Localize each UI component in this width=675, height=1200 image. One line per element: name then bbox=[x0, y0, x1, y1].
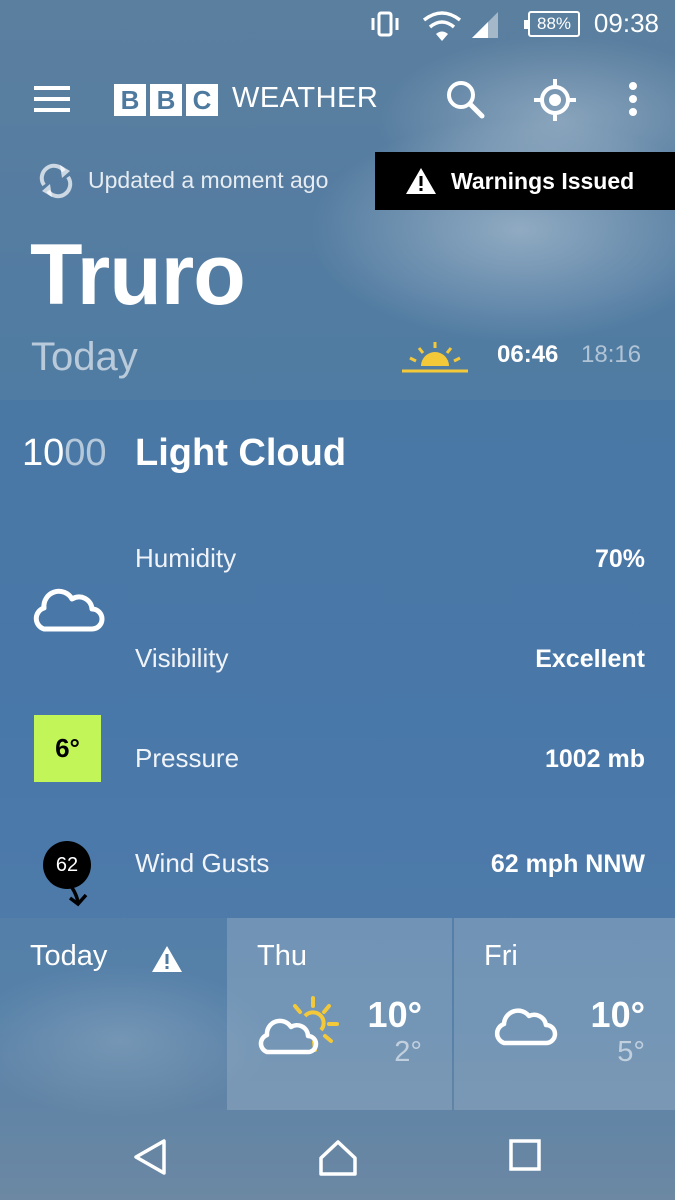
logo-block-c: C bbox=[186, 84, 218, 116]
logo-block-b1: B bbox=[114, 84, 146, 116]
tab-fri[interactable]: Fri 10° 5° bbox=[454, 918, 675, 1110]
temperature-badge: 6° bbox=[34, 715, 101, 782]
warning-icon bbox=[406, 168, 436, 194]
humidity-label: Humidity bbox=[135, 543, 237, 573]
sunset-time: 18:16 bbox=[581, 341, 642, 368]
brand-word: WEATHER bbox=[232, 82, 379, 114]
pressure-label: Pressure bbox=[135, 743, 240, 773]
back-icon[interactable] bbox=[132, 1138, 168, 1176]
tab-thu[interactable]: Thu 10° 2° bbox=[227, 918, 452, 1110]
tab-day-label: Today bbox=[30, 940, 108, 972]
cloud-icon bbox=[33, 588, 105, 632]
search-icon[interactable] bbox=[444, 78, 486, 120]
signal-icon bbox=[472, 12, 498, 38]
tab-day-label: Fri bbox=[484, 940, 518, 972]
sunrise-time: 06:46 bbox=[497, 341, 559, 368]
logo-block-b2: B bbox=[150, 84, 182, 116]
hour-value: 10 bbox=[22, 432, 65, 474]
clock: 09:38 bbox=[593, 8, 659, 38]
high-temp: 10° bbox=[590, 994, 645, 1035]
status-bar: 88% 09:38 bbox=[0, 0, 675, 50]
menu-icon[interactable] bbox=[34, 86, 70, 114]
battery-indicator: 88% bbox=[524, 11, 580, 37]
warnings-label: Warnings Issued bbox=[451, 167, 635, 194]
tab-day-label: Thu bbox=[257, 940, 307, 972]
sun-cloud-icon bbox=[258, 996, 339, 1055]
pressure-value: 1002 mb bbox=[544, 745, 645, 773]
location-name: Truro bbox=[30, 227, 246, 323]
locate-icon[interactable] bbox=[533, 78, 577, 122]
sunrise-icon bbox=[402, 342, 468, 373]
day-label: Today bbox=[31, 335, 138, 379]
low-temp: 5° bbox=[617, 1036, 645, 1068]
overflow-menu-icon[interactable] bbox=[622, 78, 644, 122]
low-temp: 2° bbox=[394, 1036, 422, 1068]
tab-today[interactable]: Today bbox=[0, 918, 226, 1110]
navigation-bar bbox=[0, 1110, 675, 1200]
refresh-icon[interactable] bbox=[38, 163, 74, 199]
weather-condition: Light Cloud bbox=[135, 432, 347, 474]
cloud-icon bbox=[494, 1008, 558, 1046]
minute-value: 00 bbox=[64, 432, 107, 474]
vibrate-icon bbox=[371, 11, 399, 37]
wind-gusts-label: Wind Gusts bbox=[135, 848, 270, 878]
wifi-icon bbox=[422, 11, 462, 41]
recents-icon[interactable] bbox=[508, 1138, 542, 1172]
home-icon[interactable] bbox=[318, 1138, 358, 1178]
wind-gusts-value: 62 mph NNW bbox=[490, 850, 645, 878]
visibility-label: Visibility bbox=[135, 643, 229, 673]
warnings-button[interactable]: Warnings Issued bbox=[375, 152, 675, 210]
humidity-value: 70% bbox=[594, 545, 645, 573]
visibility-value: Excellent bbox=[535, 645, 645, 673]
warning-icon bbox=[152, 946, 182, 972]
bbc-logo: B B C bbox=[114, 84, 218, 116]
hour-label: 1000 bbox=[22, 432, 107, 475]
wind-direction-arrow-icon bbox=[66, 880, 88, 907]
updated-text: Updated a moment ago bbox=[88, 167, 329, 193]
high-temp: 10° bbox=[367, 994, 422, 1035]
